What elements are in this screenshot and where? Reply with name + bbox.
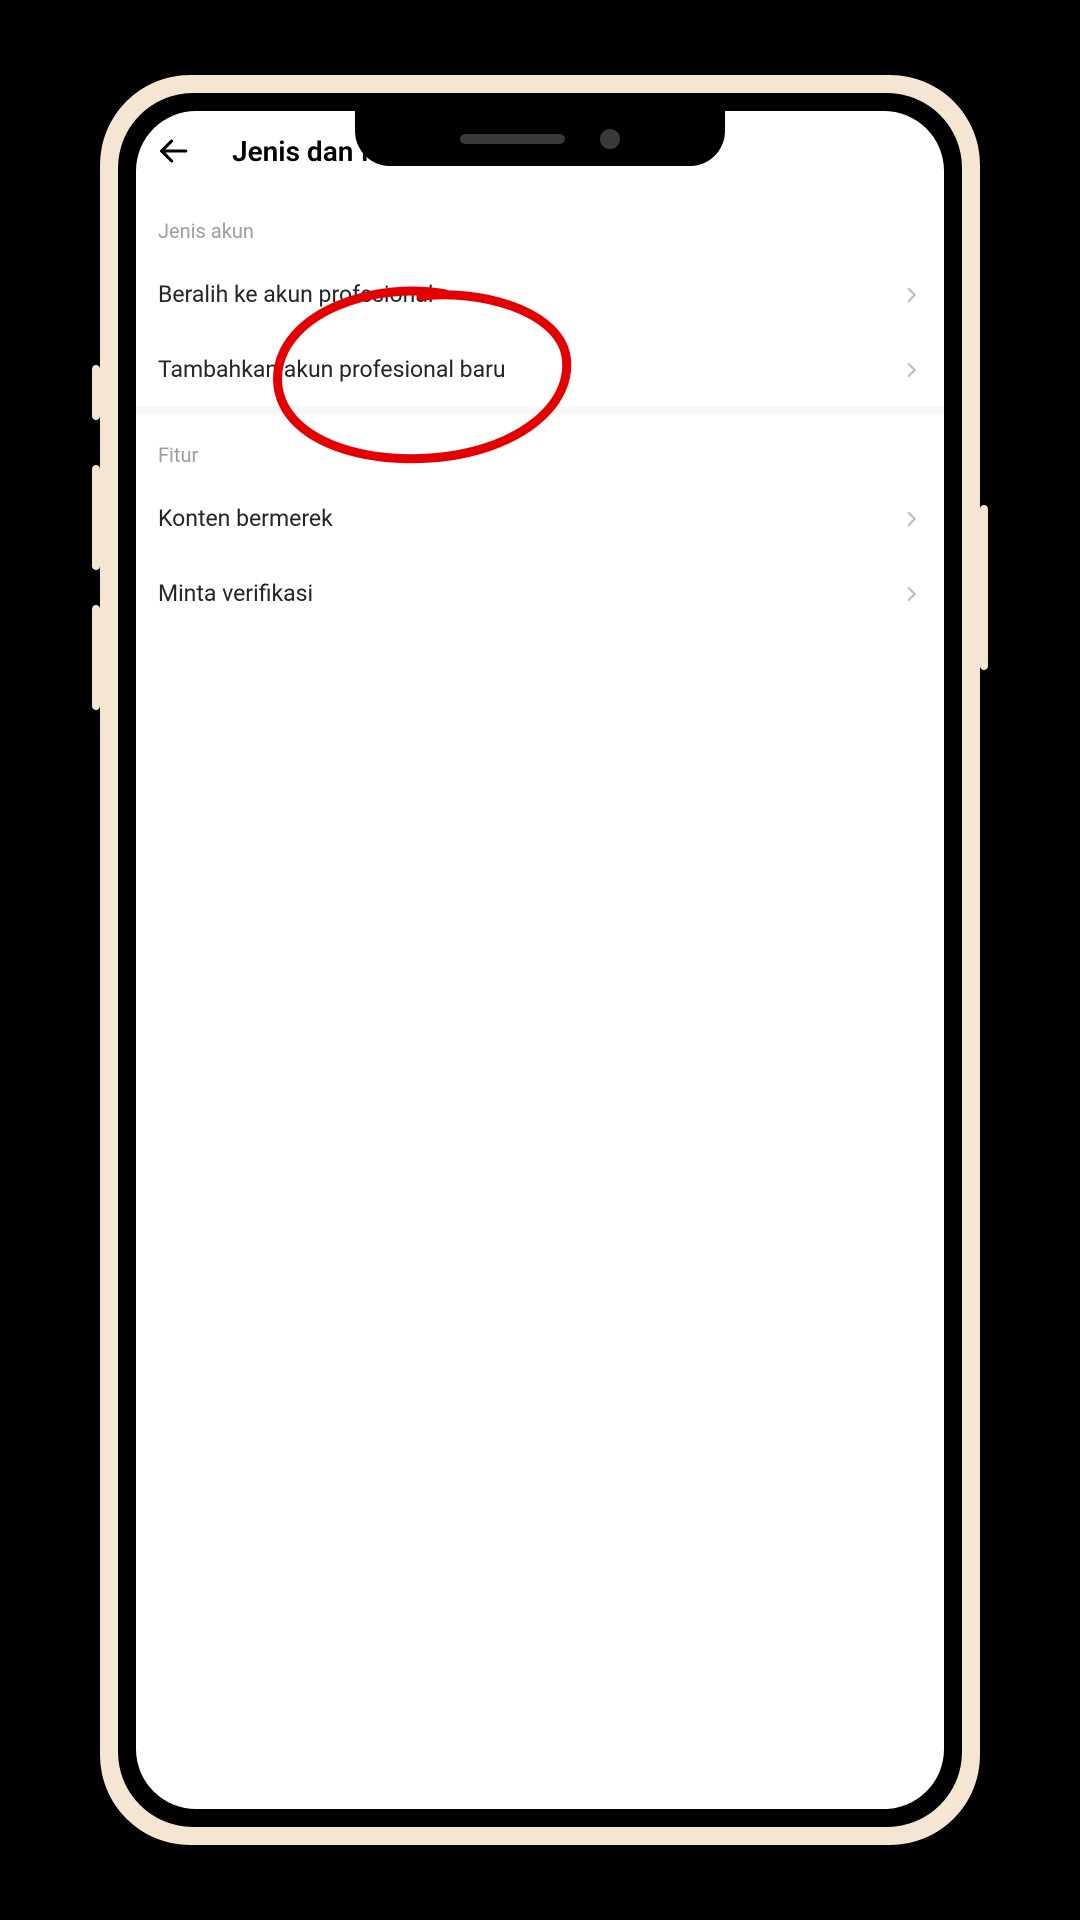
chevron-right-icon <box>900 284 922 306</box>
section-header-account-type: Jenis akun <box>136 191 944 257</box>
phone-bezel: Jenis dan fitur akun Jenis akun Beralih … <box>118 93 962 1827</box>
volume-up-button <box>92 465 100 570</box>
item-add-professional[interactable]: Tambahkan akun profesional baru <box>136 332 944 407</box>
screen: Jenis dan fitur akun Jenis akun Beralih … <box>136 111 944 1809</box>
speaker <box>460 134 565 144</box>
section-divider <box>136 407 944 415</box>
item-label: Konten bermerek <box>158 505 333 532</box>
item-request-verification[interactable]: Minta verifikasi <box>136 556 944 631</box>
notch <box>355 111 725 166</box>
volume-down-button <box>92 605 100 710</box>
chevron-right-icon <box>900 359 922 381</box>
power-button <box>980 505 988 670</box>
chevron-right-icon <box>900 508 922 530</box>
item-label: Minta verifikasi <box>158 580 313 607</box>
item-switch-professional[interactable]: Beralih ke akun profesional <box>136 257 944 332</box>
item-label: Tambahkan akun profesional baru <box>158 356 506 383</box>
section-header-features: Fitur <box>136 415 944 481</box>
chevron-right-icon <box>900 583 922 605</box>
item-label: Beralih ke akun profesional <box>158 281 433 308</box>
item-branded-content[interactable]: Konten bermerek <box>136 481 944 556</box>
back-arrow-icon <box>156 134 190 168</box>
back-button[interactable] <box>154 132 192 170</box>
mute-switch <box>92 365 100 420</box>
phone-frame: Jenis dan fitur akun Jenis akun Beralih … <box>100 75 980 1845</box>
front-camera <box>600 129 620 149</box>
